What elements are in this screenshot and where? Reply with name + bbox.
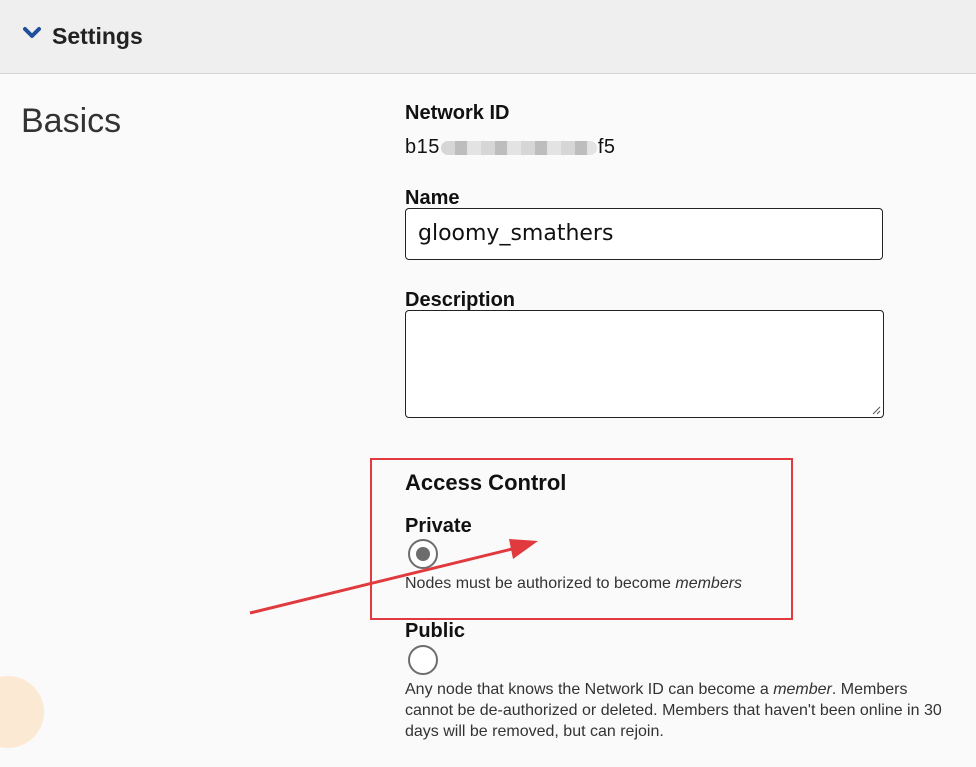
radio-selected-dot <box>416 547 430 561</box>
private-radio[interactable] <box>408 539 438 569</box>
settings-title: Settings <box>52 23 143 49</box>
network-id-suffix: f5 <box>597 136 616 158</box>
network-id-value: b15 f5 <box>405 136 616 159</box>
description-label: Description <box>405 289 516 311</box>
name-input[interactable]: gloomy_smathers <box>405 208 883 260</box>
chevron-down-icon[interactable] <box>22 26 42 40</box>
network-id-prefix: b15 <box>405 136 440 158</box>
private-help-text: Nodes must be authorized to become membe… <box>405 575 743 592</box>
resize-grip-icon[interactable] <box>871 405 881 415</box>
public-radio[interactable] <box>408 645 438 675</box>
redaction-blur <box>440 140 597 155</box>
public-help-text: Any node that knows the Network ID can b… <box>405 681 942 740</box>
section-title: Basics <box>21 102 122 140</box>
settings-header[interactable]: Settings <box>0 0 976 74</box>
description-textarea[interactable] <box>405 310 884 418</box>
network-id-label: Network ID <box>405 102 510 124</box>
access-control-title: Access Control <box>405 470 567 495</box>
private-label: Private <box>405 515 472 537</box>
notification-bell-icon[interactable] <box>0 676 44 748</box>
name-label: Name <box>405 187 460 209</box>
public-label: Public <box>405 620 466 642</box>
